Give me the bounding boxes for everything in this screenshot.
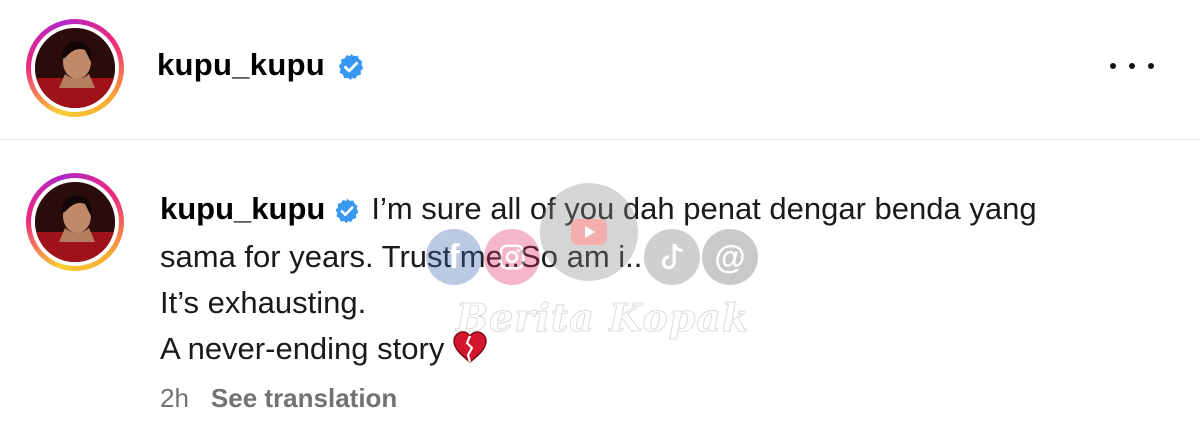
caption-username[interactable]: kupu_kupu [160, 191, 325, 226]
caption-line-2: sama for years. Trust me..So am i.. [160, 238, 643, 274]
caption-meta: 2h See translation [160, 383, 397, 414]
post-header: kupu_kupu [0, 0, 1200, 140]
verified-badge-icon [333, 188, 361, 234]
caption-line-4: A never-ending story [160, 330, 445, 366]
caption-text: kupu_kupu I’m sure all of you dah penat … [160, 186, 1160, 376]
caption-line-1: I’m sure all of you dah penat dengar ben… [371, 191, 1037, 226]
broken-heart-icon [452, 330, 488, 376]
see-translation-link[interactable]: See translation [211, 383, 397, 413]
caption-avatar[interactable] [26, 173, 124, 271]
caption-line-3: It’s exhausting. [160, 284, 367, 320]
profile-avatar[interactable] [26, 19, 124, 117]
more-options-icon[interactable] [1110, 54, 1154, 78]
verified-badge-icon [336, 52, 366, 87]
header-username[interactable]: kupu_kupu [157, 47, 325, 83]
timestamp: 2h [160, 383, 189, 413]
